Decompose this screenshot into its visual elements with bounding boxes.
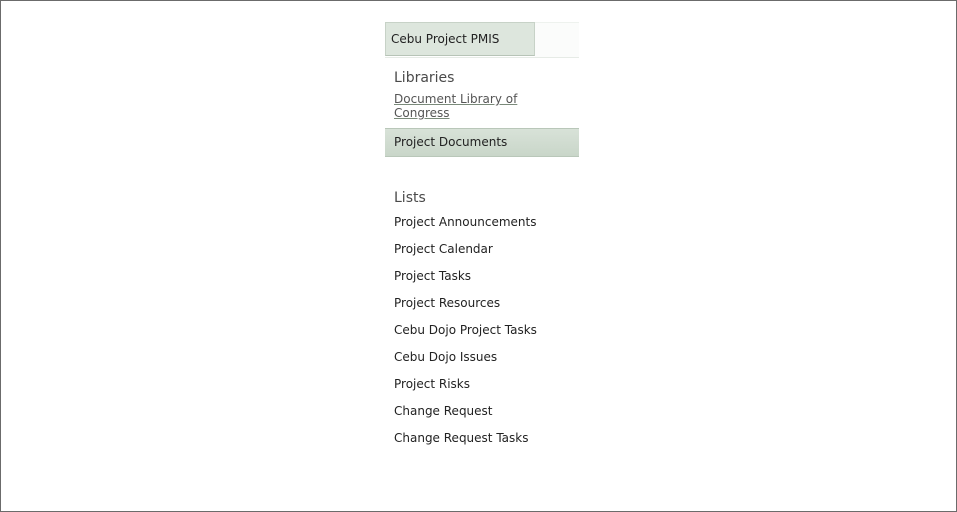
nav-item-project-risks[interactable]: Project Risks [385, 371, 579, 398]
nav-item-change-request-tasks[interactable]: Change Request Tasks [385, 425, 579, 452]
site-tab-row: Cebu Project PMIS [385, 22, 579, 58]
tab-bar-filler [535, 22, 579, 57]
lists-heading[interactable]: Lists [385, 187, 579, 209]
quick-launch-nav: Cebu Project PMIS Libraries Document Lib… [385, 22, 579, 452]
page-frame: Cebu Project PMIS Libraries Document Lib… [0, 0, 957, 512]
nav-item-cebu-dojo-issues[interactable]: Cebu Dojo Issues [385, 344, 579, 371]
nav-item-cebu-dojo-project-tasks[interactable]: Cebu Dojo Project Tasks [385, 317, 579, 344]
libraries-heading[interactable]: Libraries [385, 67, 579, 89]
nav-item-document-library-of-congress[interactable]: Document Library of Congress [385, 89, 579, 124]
site-title-tab[interactable]: Cebu Project PMIS [385, 22, 535, 56]
nav-item-project-tasks[interactable]: Project Tasks [385, 263, 579, 290]
nav-item-project-documents[interactable]: Project Documents [385, 128, 579, 157]
nav-item-change-request[interactable]: Change Request [385, 398, 579, 425]
nav-item-project-calendar[interactable]: Project Calendar [385, 236, 579, 263]
nav-item-project-announcements[interactable]: Project Announcements [385, 209, 579, 236]
nav-item-project-resources[interactable]: Project Resources [385, 290, 579, 317]
